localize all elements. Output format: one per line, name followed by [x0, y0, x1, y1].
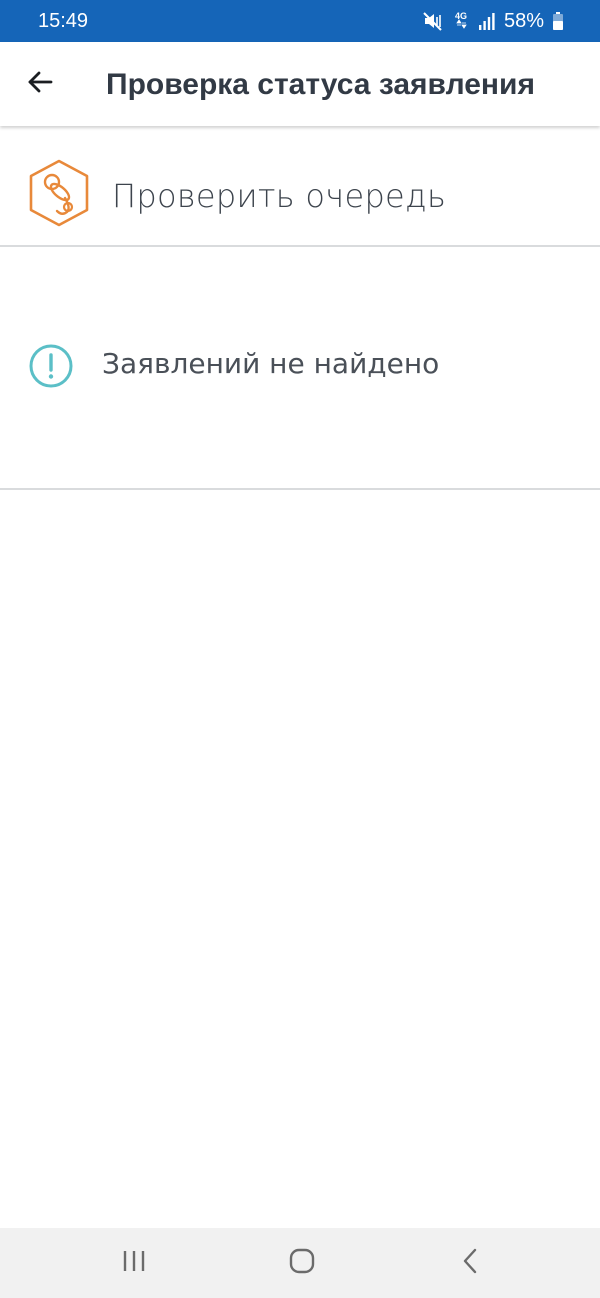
network-4g-icon: 4G	[452, 10, 470, 32]
nav-back-button[interactable]	[448, 1243, 492, 1283]
check-queue-label: Проверить очередь	[112, 177, 447, 215]
battery-percent: 58%	[503, 10, 544, 32]
info-exclamation-icon	[28, 343, 74, 389]
status-icons: 4G 58%	[422, 8, 564, 34]
home-icon	[289, 1248, 315, 1279]
check-queue-button[interactable]: Проверить очередь	[0, 126, 600, 246]
arrow-left-icon	[27, 71, 53, 98]
signal-icon	[478, 11, 496, 31]
system-nav-bar	[0, 1228, 600, 1298]
status-time: 15:49	[38, 10, 89, 32]
back-button[interactable]	[18, 62, 62, 106]
home-button[interactable]	[280, 1243, 324, 1283]
pacifier-icon	[26, 158, 92, 228]
recent-apps-icon	[121, 1249, 147, 1278]
page-title: Проверка статуса заявления	[106, 68, 535, 101]
empty-state: Заявлений не найдено	[0, 247, 600, 488]
mute-vibrate-icon	[422, 10, 444, 32]
svg-text:4G: 4G	[455, 11, 467, 21]
divider	[0, 488, 600, 490]
back-icon	[461, 1248, 479, 1279]
recent-apps-button[interactable]	[112, 1243, 156, 1283]
app-bar: Проверка статуса заявления	[0, 42, 600, 126]
empty-message: Заявлений не найдено	[102, 347, 440, 380]
battery-icon	[552, 11, 564, 31]
status-bar: 15:49 4G 58%	[0, 0, 600, 42]
